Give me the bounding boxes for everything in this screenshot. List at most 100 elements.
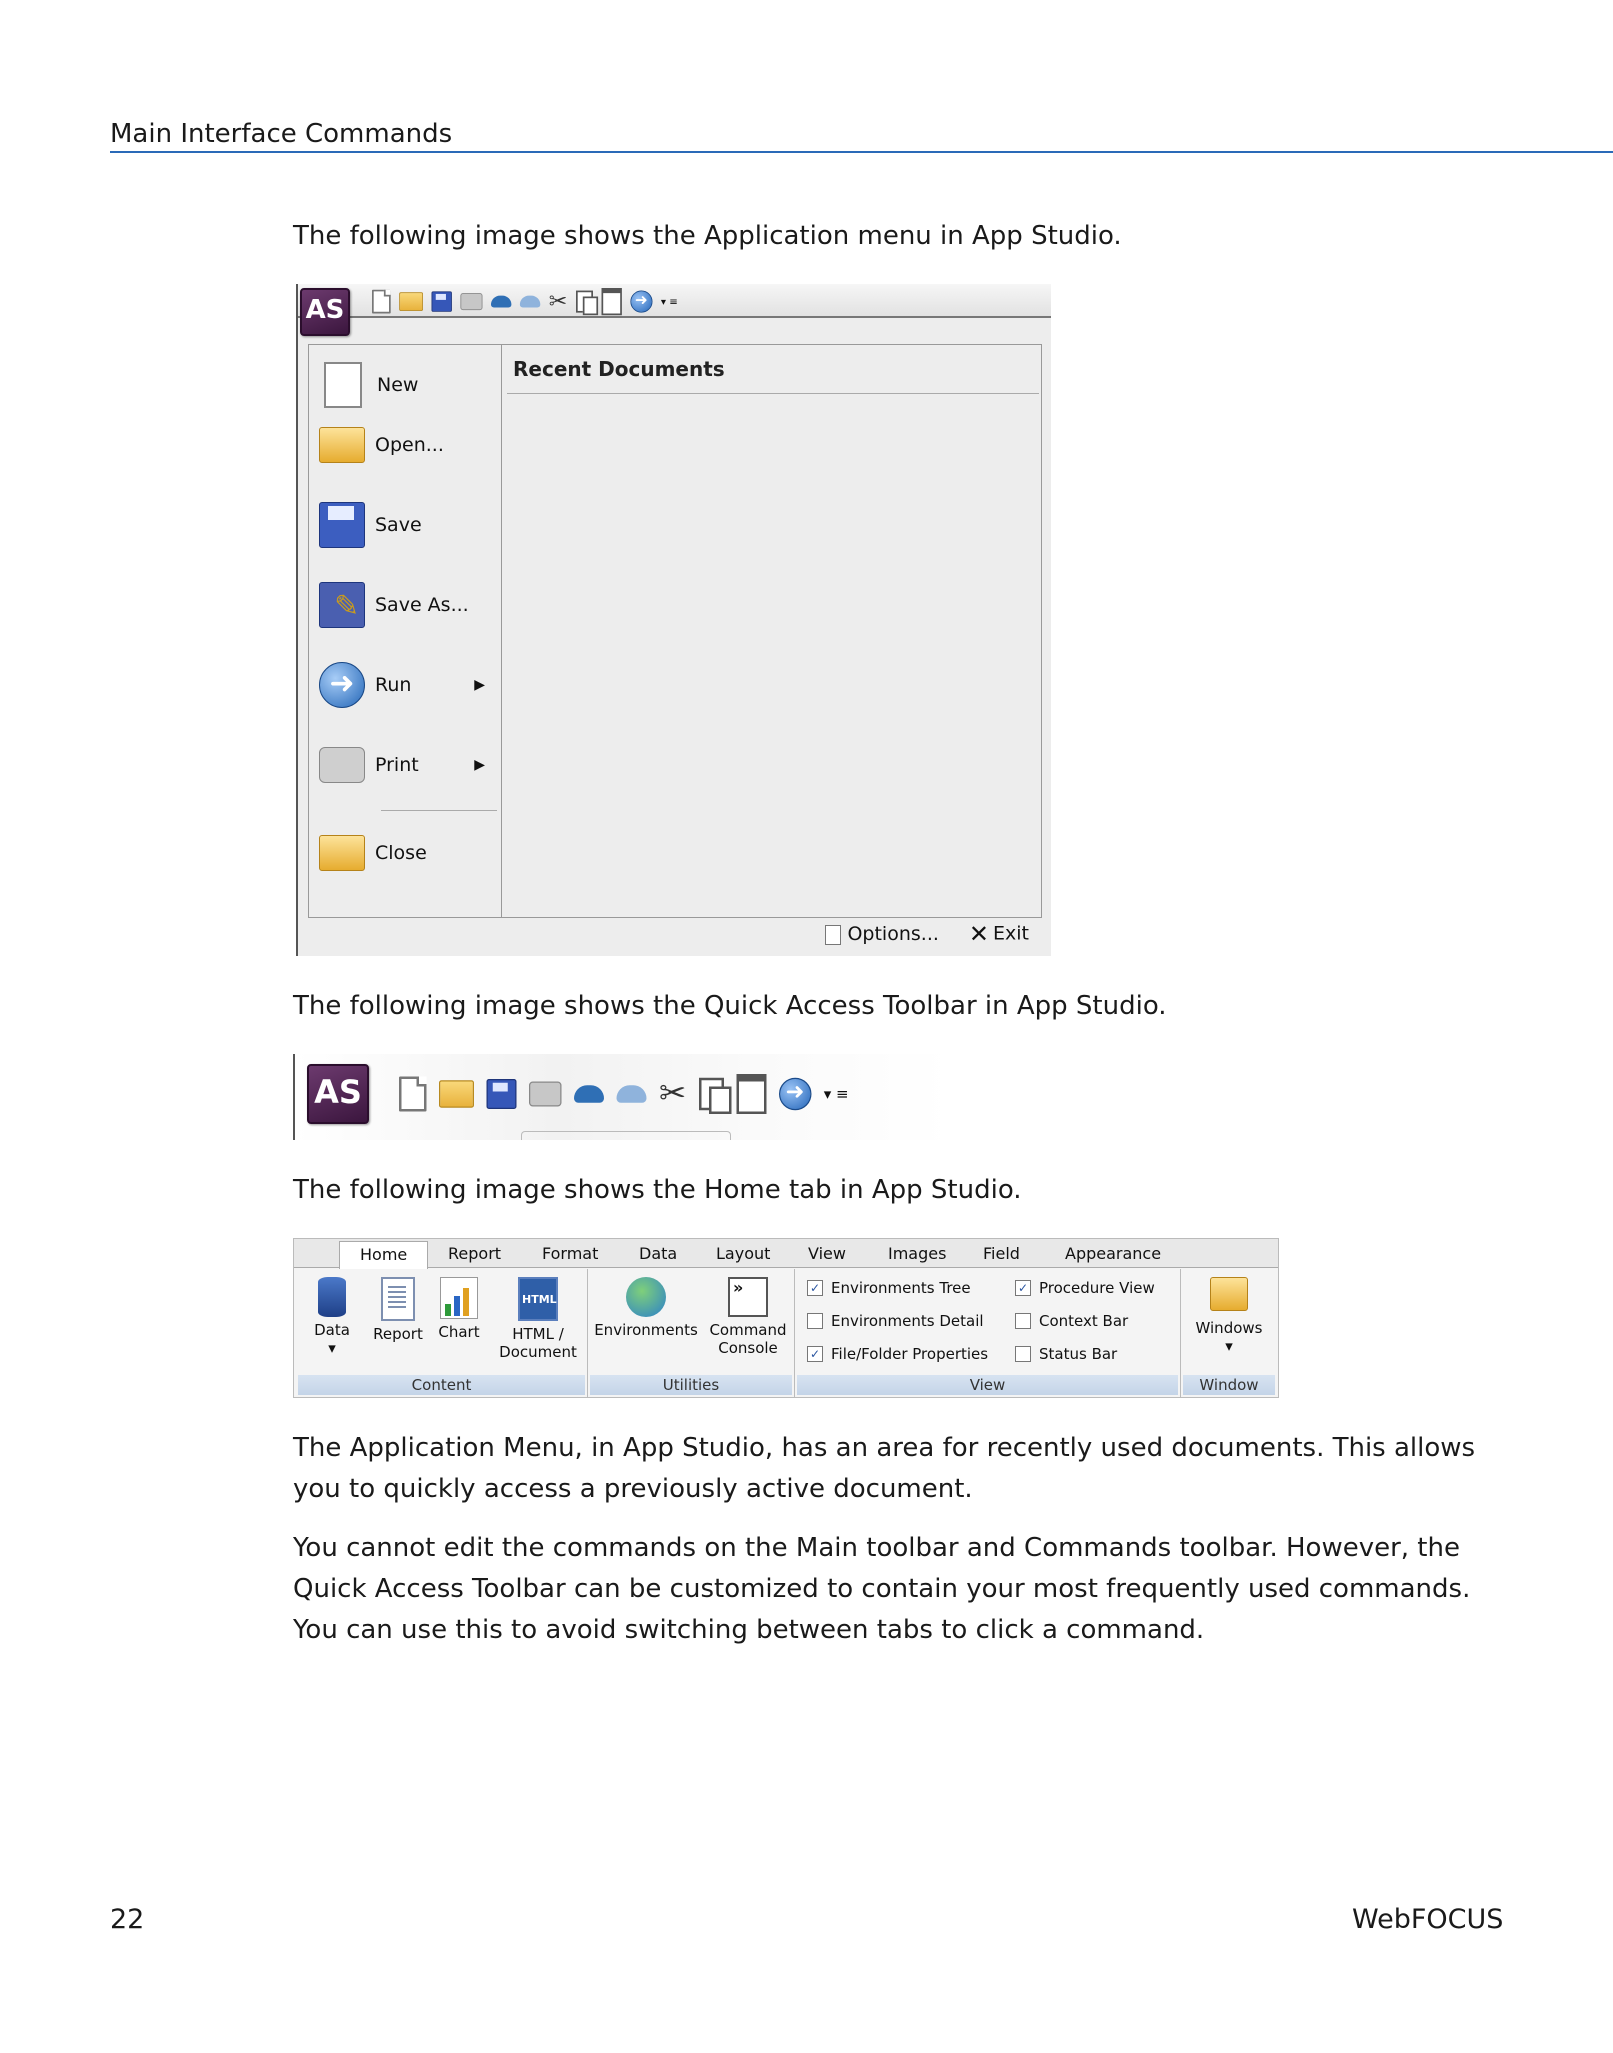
print-icon[interactable]	[460, 293, 483, 311]
cut-icon[interactable]: ✂	[549, 291, 568, 313]
run-icon: ➜	[319, 662, 365, 708]
recent-documents-title: Recent Documents	[513, 357, 725, 381]
app-studio-logo[interactable]: AS	[300, 288, 350, 336]
run-icon[interactable]: ➜	[778, 1077, 812, 1111]
open-folder-icon[interactable]	[439, 1080, 474, 1108]
tab-appearance[interactable]: Appearance	[1065, 1241, 1161, 1267]
checkbox-label: File/Folder Properties	[831, 1345, 989, 1363]
menu-item-label: New	[377, 374, 419, 396]
tab-edge	[521, 1131, 731, 1140]
undo-icon[interactable]	[491, 295, 512, 308]
application-menu-footer: Options... ✕ Exit	[825, 920, 1029, 948]
save-icon[interactable]	[431, 291, 452, 312]
checkbox-checked-icon: ✓	[1015, 1280, 1031, 1296]
utilities-group: Environments » Command Console Utilities	[588, 1269, 795, 1397]
group-label: Utilities	[590, 1375, 792, 1395]
tab-view[interactable]: View	[808, 1241, 846, 1267]
checkbox-label: Status Bar	[1039, 1345, 1118, 1363]
paragraph-line: You can use this to avoid switching betw…	[293, 1615, 1205, 1645]
application-menu-panel: New Open... Save Save As... ➜ Run ▶ Pr	[308, 344, 1042, 918]
data-button[interactable]: Data ▾	[312, 1277, 352, 1357]
environments-detail-checkbox[interactable]: Environments Detail	[807, 1312, 984, 1330]
paste-icon[interactable]	[601, 288, 622, 316]
open-folder-icon	[319, 427, 365, 463]
menu-item-print[interactable]: Print ▶	[319, 735, 499, 795]
exit-button[interactable]: ✕ Exit	[969, 920, 1029, 948]
procedure-view-checkbox[interactable]: ✓ Procedure View	[1015, 1279, 1155, 1297]
intro-application-menu: The following image shows the Applicatio…	[293, 221, 1122, 251]
paragraph-line: The Application Menu, in App Studio, has…	[293, 1433, 1476, 1463]
context-bar-checkbox[interactable]: Context Bar	[1015, 1312, 1128, 1330]
menu-item-close[interactable]: Close	[319, 823, 499, 883]
quick-access-toolbar-image: AS ✂ ➜ ▾ ≡	[293, 1054, 951, 1140]
application-menu-commands: New Open... Save Save As... ➜ Run ▶ Pr	[309, 345, 502, 917]
command-console-button[interactable]: » Command Console	[706, 1277, 790, 1357]
group-label: Window	[1183, 1375, 1275, 1395]
submenu-arrow-icon: ▶	[474, 757, 485, 773]
recent-documents-area: Recent Documents	[507, 345, 1039, 917]
run-icon[interactable]: ➜	[630, 290, 653, 313]
tab-field[interactable]: Field	[983, 1241, 1020, 1267]
chart-button[interactable]: Chart	[434, 1277, 484, 1341]
menu-item-open[interactable]: Open...	[319, 415, 499, 475]
open-folder-icon[interactable]	[399, 292, 423, 311]
save-icon[interactable]	[486, 1079, 517, 1109]
file-folder-properties-checkbox[interactable]: ✓ File/Folder Properties	[807, 1345, 988, 1363]
chart-icon	[440, 1277, 478, 1319]
new-icon[interactable]	[372, 289, 391, 314]
paste-icon[interactable]	[736, 1074, 767, 1114]
menu-item-new[interactable]: New	[319, 355, 499, 415]
quick-access-toolbar: ✂ ➜ ▾ ≡	[399, 1074, 849, 1114]
redo-icon[interactable]	[616, 1085, 647, 1103]
group-label: Content	[298, 1375, 585, 1395]
windows-button[interactable]: Windows ▾	[1187, 1277, 1271, 1355]
tab-images[interactable]: Images	[888, 1241, 946, 1267]
report-button[interactable]: Report	[370, 1277, 426, 1343]
environments-button[interactable]: Environments	[592, 1277, 700, 1339]
environments-globe-icon	[626, 1277, 666, 1317]
report-icon	[381, 1277, 415, 1321]
ribbon-tabs: Home Report Format Data Layout View Imag…	[294, 1239, 1278, 1269]
menu-item-label: Save As...	[375, 594, 469, 616]
new-icon[interactable]	[399, 1076, 427, 1112]
html-document-button[interactable]: HTML / Document	[494, 1277, 582, 1361]
status-bar-checkbox[interactable]: Status Bar	[1015, 1345, 1117, 1363]
menu-item-save-as[interactable]: Save As...	[319, 575, 499, 635]
tab-data[interactable]: Data	[639, 1241, 677, 1267]
menu-item-run[interactable]: ➜ Run ▶	[319, 655, 499, 715]
product-name: WebFOCUS	[1352, 1904, 1504, 1935]
redo-icon[interactable]	[519, 295, 541, 308]
environments-tree-checkbox[interactable]: ✓ Environments Tree	[807, 1279, 971, 1297]
tab-layout[interactable]: Layout	[716, 1241, 770, 1267]
database-icon	[318, 1277, 346, 1317]
app-studio-logo[interactable]: AS	[307, 1064, 369, 1124]
copy-icon[interactable]	[575, 290, 598, 316]
tab-format[interactable]: Format	[542, 1241, 598, 1267]
options-button[interactable]: Options...	[825, 923, 939, 945]
print-icon[interactable]	[529, 1081, 562, 1107]
button-label: Environments	[594, 1321, 698, 1339]
tab-report[interactable]: Report	[448, 1241, 501, 1267]
new-document-icon	[324, 362, 362, 408]
content-group: Data ▾ Report Chart HTML / Document Cont…	[296, 1269, 588, 1397]
printer-icon	[319, 747, 365, 783]
cut-icon[interactable]: ✂	[659, 1078, 686, 1111]
page-number: 22	[110, 1904, 145, 1935]
button-label: Report	[373, 1325, 423, 1343]
section-title: Main Interface Commands	[110, 119, 453, 149]
undo-icon[interactable]	[574, 1085, 604, 1103]
menu-item-save[interactable]: Save	[319, 495, 499, 555]
copy-icon[interactable]	[698, 1077, 732, 1114]
paragraph-line: Quick Access Toolbar can be customized t…	[293, 1574, 1471, 1604]
tab-home[interactable]: Home	[339, 1241, 429, 1269]
button-label: HTML /	[512, 1325, 564, 1343]
html-document-icon	[518, 1277, 558, 1321]
window-group: Windows ▾ Window	[1181, 1269, 1277, 1397]
chevron-down-icon[interactable]: ▾ ≡	[824, 1085, 849, 1103]
menu-item-label: Run	[375, 674, 412, 696]
chevron-down-icon[interactable]: ▾ ≡	[661, 296, 678, 308]
save-as-icon	[319, 582, 365, 628]
menu-item-label: Save	[375, 514, 422, 536]
paragraph-line: You cannot edit the commands on the Main…	[293, 1533, 1460, 1563]
close-icon: ✕	[968, 920, 990, 948]
